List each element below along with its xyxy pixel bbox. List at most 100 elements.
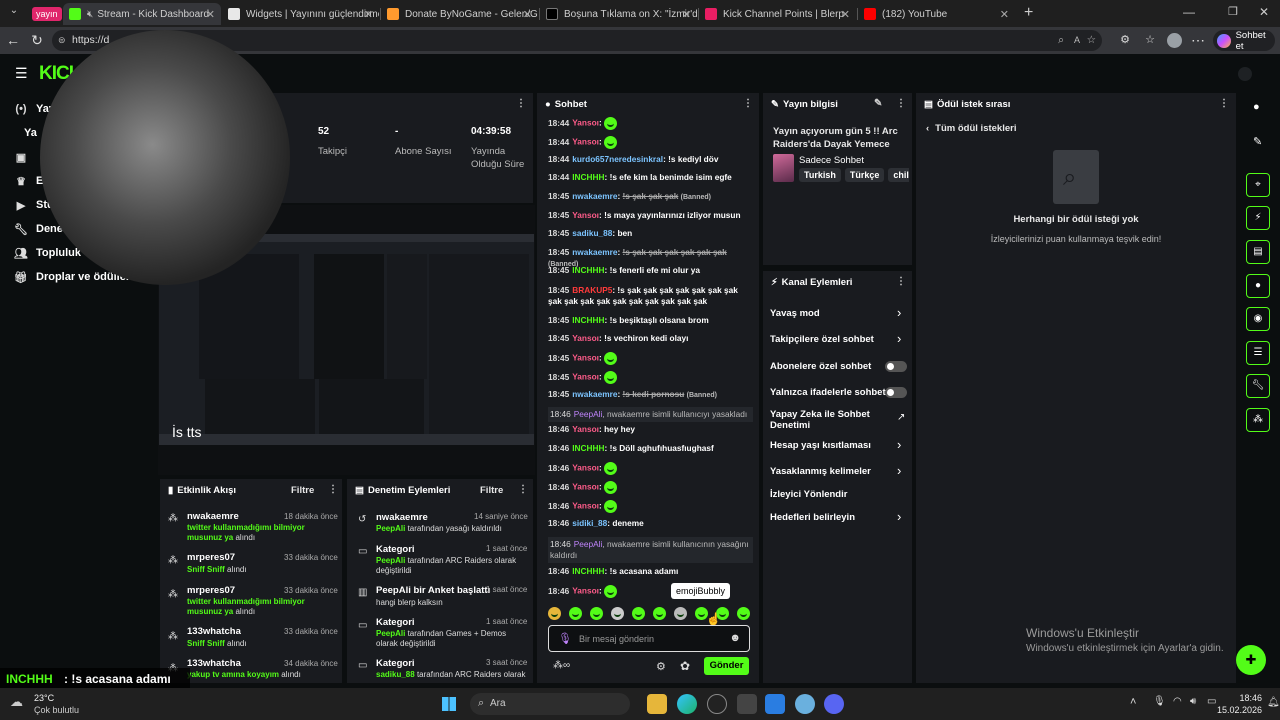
emotes-only-toggle[interactable] [885,387,907,398]
chat-message[interactable]: 18:46 sidiki_88: deneme [548,518,753,529]
category-thumbnail[interactable] [773,154,794,182]
volume-icon[interactable]: 🔊︎ [1190,696,1196,707]
chat-username[interactable]: Yansoı [572,372,599,382]
rail-button-wrench-icon[interactable]: 🔧︎ [1246,374,1270,398]
chat-message[interactable]: 18:45 nwakaemre: !s şak şak şak (Banned) [548,191,753,203]
rail-button-chat-icon[interactable]: ● [1246,274,1270,298]
file-explorer-icon[interactable] [647,694,667,714]
sidebar-item-moderation[interactable]: 🔧︎ Dene [14,220,63,238]
emoji-icon[interactable]: ☻ [729,632,741,644]
chat-username[interactable]: Yansoı [572,424,599,434]
sidebar-subitem[interactable]: Ya [24,124,37,142]
tab-blerp[interactable]: Kick Channel Points | Blerp ✕ [699,3,856,25]
tag-chip[interactable]: chil [888,168,909,182]
chat-message[interactable]: 18:46 Yansoı: hey hey [548,424,753,435]
chat-username[interactable]: PeepAli [574,409,603,419]
minimize-button[interactable]: — [1183,5,1195,19]
chat-username[interactable]: PeepAli [574,539,603,549]
chat-username[interactable]: Yansoı [572,118,599,128]
chat-message-input[interactable]: 🎙︎ Bir mesaj gönderin ☻ [548,625,750,652]
stats-more-icon[interactable]: ⋮ [516,98,526,109]
chat-username[interactable]: INCHHH [572,566,604,576]
back-to-all-requests[interactable]: ‹ Tüm ödül istekleri [926,123,1016,134]
chat-username[interactable]: Yansoı [572,501,599,511]
info-icon[interactable]: ● [1253,101,1260,113]
chevron-right-icon[interactable]: › [897,437,901,452]
chevron-right-icon[interactable]: › [897,305,901,320]
chat-settings-icon[interactable]: ⚙ [656,660,666,673]
emote-icon[interactable] [674,607,687,620]
chat-badges-icon[interactable]: ⁂∞ [553,660,570,671]
chat-mod-notice[interactable]: 18:46 PeepAli, nwakaemre isimli kullanıcı… [548,407,753,422]
action-slow-mode[interactable]: Yavaş mod [770,308,820,319]
chat-message[interactable]: 18:45 sadiku_88: ben [548,228,753,239]
store-icon[interactable] [765,694,785,714]
maximize-button[interactable]: ❐ [1228,5,1238,18]
chat-message[interactable]: 18:45 INCHHH: !s fenerli efe mi olur ya [548,265,753,276]
moderation-more-icon[interactable]: ⋮ [518,484,528,495]
reward-queue-more-icon[interactable]: ⋮ [1219,98,1229,109]
window-close-button[interactable]: ✕ [1259,5,1269,19]
channel-actions-more-icon[interactable]: ⋮ [896,276,906,287]
close-icon[interactable]: ✕ [841,8,850,21]
reload-icon[interactable]: ↻ [29,32,45,48]
tab-kick-dashboard[interactable]: 🔇︎ Stream - Kick Dashboard ✕ [63,3,221,25]
chat-username[interactable]: nwakaemre [572,247,617,257]
back-icon[interactable]: ← [5,32,21,48]
moderation-filter-button[interactable]: Filtre [480,485,503,496]
edit-icon[interactable]: ✎ [1253,135,1262,148]
close-icon[interactable]: ✕ [1000,8,1009,21]
chat-bot-icon[interactable]: ✿ [680,659,690,673]
chat-username[interactable]: Yansoı [572,353,599,363]
tab-list-button[interactable]: ⌄ [5,5,23,21]
emote-icon[interactable] [590,607,603,620]
obs-icon[interactable] [707,694,727,714]
chat-username[interactable]: INCHHH [572,265,604,275]
hamburger-menu-icon[interactable]: ☰ [15,65,28,82]
emote-icon[interactable] [737,607,750,620]
tab-group-label[interactable]: yayın [32,7,62,21]
extensions-icon[interactable]: ⚙ [1117,32,1133,48]
close-icon[interactable]: ✕ [523,8,532,21]
chat-username[interactable]: Yansoı [572,210,599,220]
send-button[interactable]: Gönder [704,657,749,675]
subscribers-only-toggle[interactable] [885,361,907,372]
chat-message[interactable]: 18:45 nwakaemre: !s kedi pornosu (Banned) [548,389,753,401]
taskbar-search[interactable]: ⌕ Ara [470,693,630,715]
emote-icon[interactable] [653,607,666,620]
tag-chip[interactable]: Turkish [799,168,841,182]
sidebar-item-layout[interactable]: ▣ [14,148,36,166]
start-button-icon[interactable] [442,697,456,711]
more-menu-icon[interactable]: ⋯ [1190,32,1206,48]
rail-button-target-icon[interactable]: ⌖ [1246,173,1270,197]
tab-donate[interactable]: Donate ByNoGame - Gelen/Giden ✕ [381,3,538,25]
chat-username[interactable]: sadiku_88 [572,228,612,238]
chat-message[interactable]: 18:46 Yansoı: [548,500,753,513]
copilot-chat-button[interactable]: Sohbet et [1213,30,1275,52]
emote-icon[interactable] [548,607,561,620]
action-followers-only[interactable]: Takipçilere özel sohbet [770,334,874,345]
discord-icon[interactable] [824,694,844,714]
stream-info-more-icon[interactable]: ⋮ [896,98,906,109]
site-info-icon[interactable]: ⊜ [58,30,66,51]
action-raid-viewers[interactable]: İzleyici Yönlendir [770,489,847,500]
clock-time[interactable]: 18:46 [1222,693,1262,703]
rail-button-community-icon[interactable]: ⁂ [1246,408,1270,432]
edge-icon[interactable] [677,694,697,714]
action-banned-words[interactable]: Yasaklanmış kelimeler [770,466,871,477]
microphone-icon[interactable]: 🎙︎ [558,632,572,645]
app-icon[interactable] [737,694,757,714]
chat-message[interactable]: 18:46 Yansoı: [548,462,753,475]
action-account-age[interactable]: Hesap yaşı kısıtlaması [770,440,871,451]
chat-more-icon[interactable]: ⋮ [743,98,753,109]
chat-username[interactable]: Yansoı [572,482,599,492]
chat-message[interactable]: 18:45 Yansoı: [548,371,753,384]
help-fab-icon[interactable]: ✚ [1236,645,1266,675]
chat-message[interactable]: 18:44 kurdo657neredesinkral: !s kediyl dö… [548,154,753,165]
favorite-star-icon[interactable]: ☆ [1087,30,1096,51]
chat-username[interactable]: nwakaemre [572,389,617,399]
chat-username[interactable]: BRAKUP5 [572,285,612,295]
action-ai-moderation[interactable]: Yapay Zeka ile Sohbet Denetimi [770,409,880,431]
chat-message[interactable]: 18:44 Yansoı: [548,136,753,149]
activity-filter-button[interactable]: Filtre [291,485,314,496]
